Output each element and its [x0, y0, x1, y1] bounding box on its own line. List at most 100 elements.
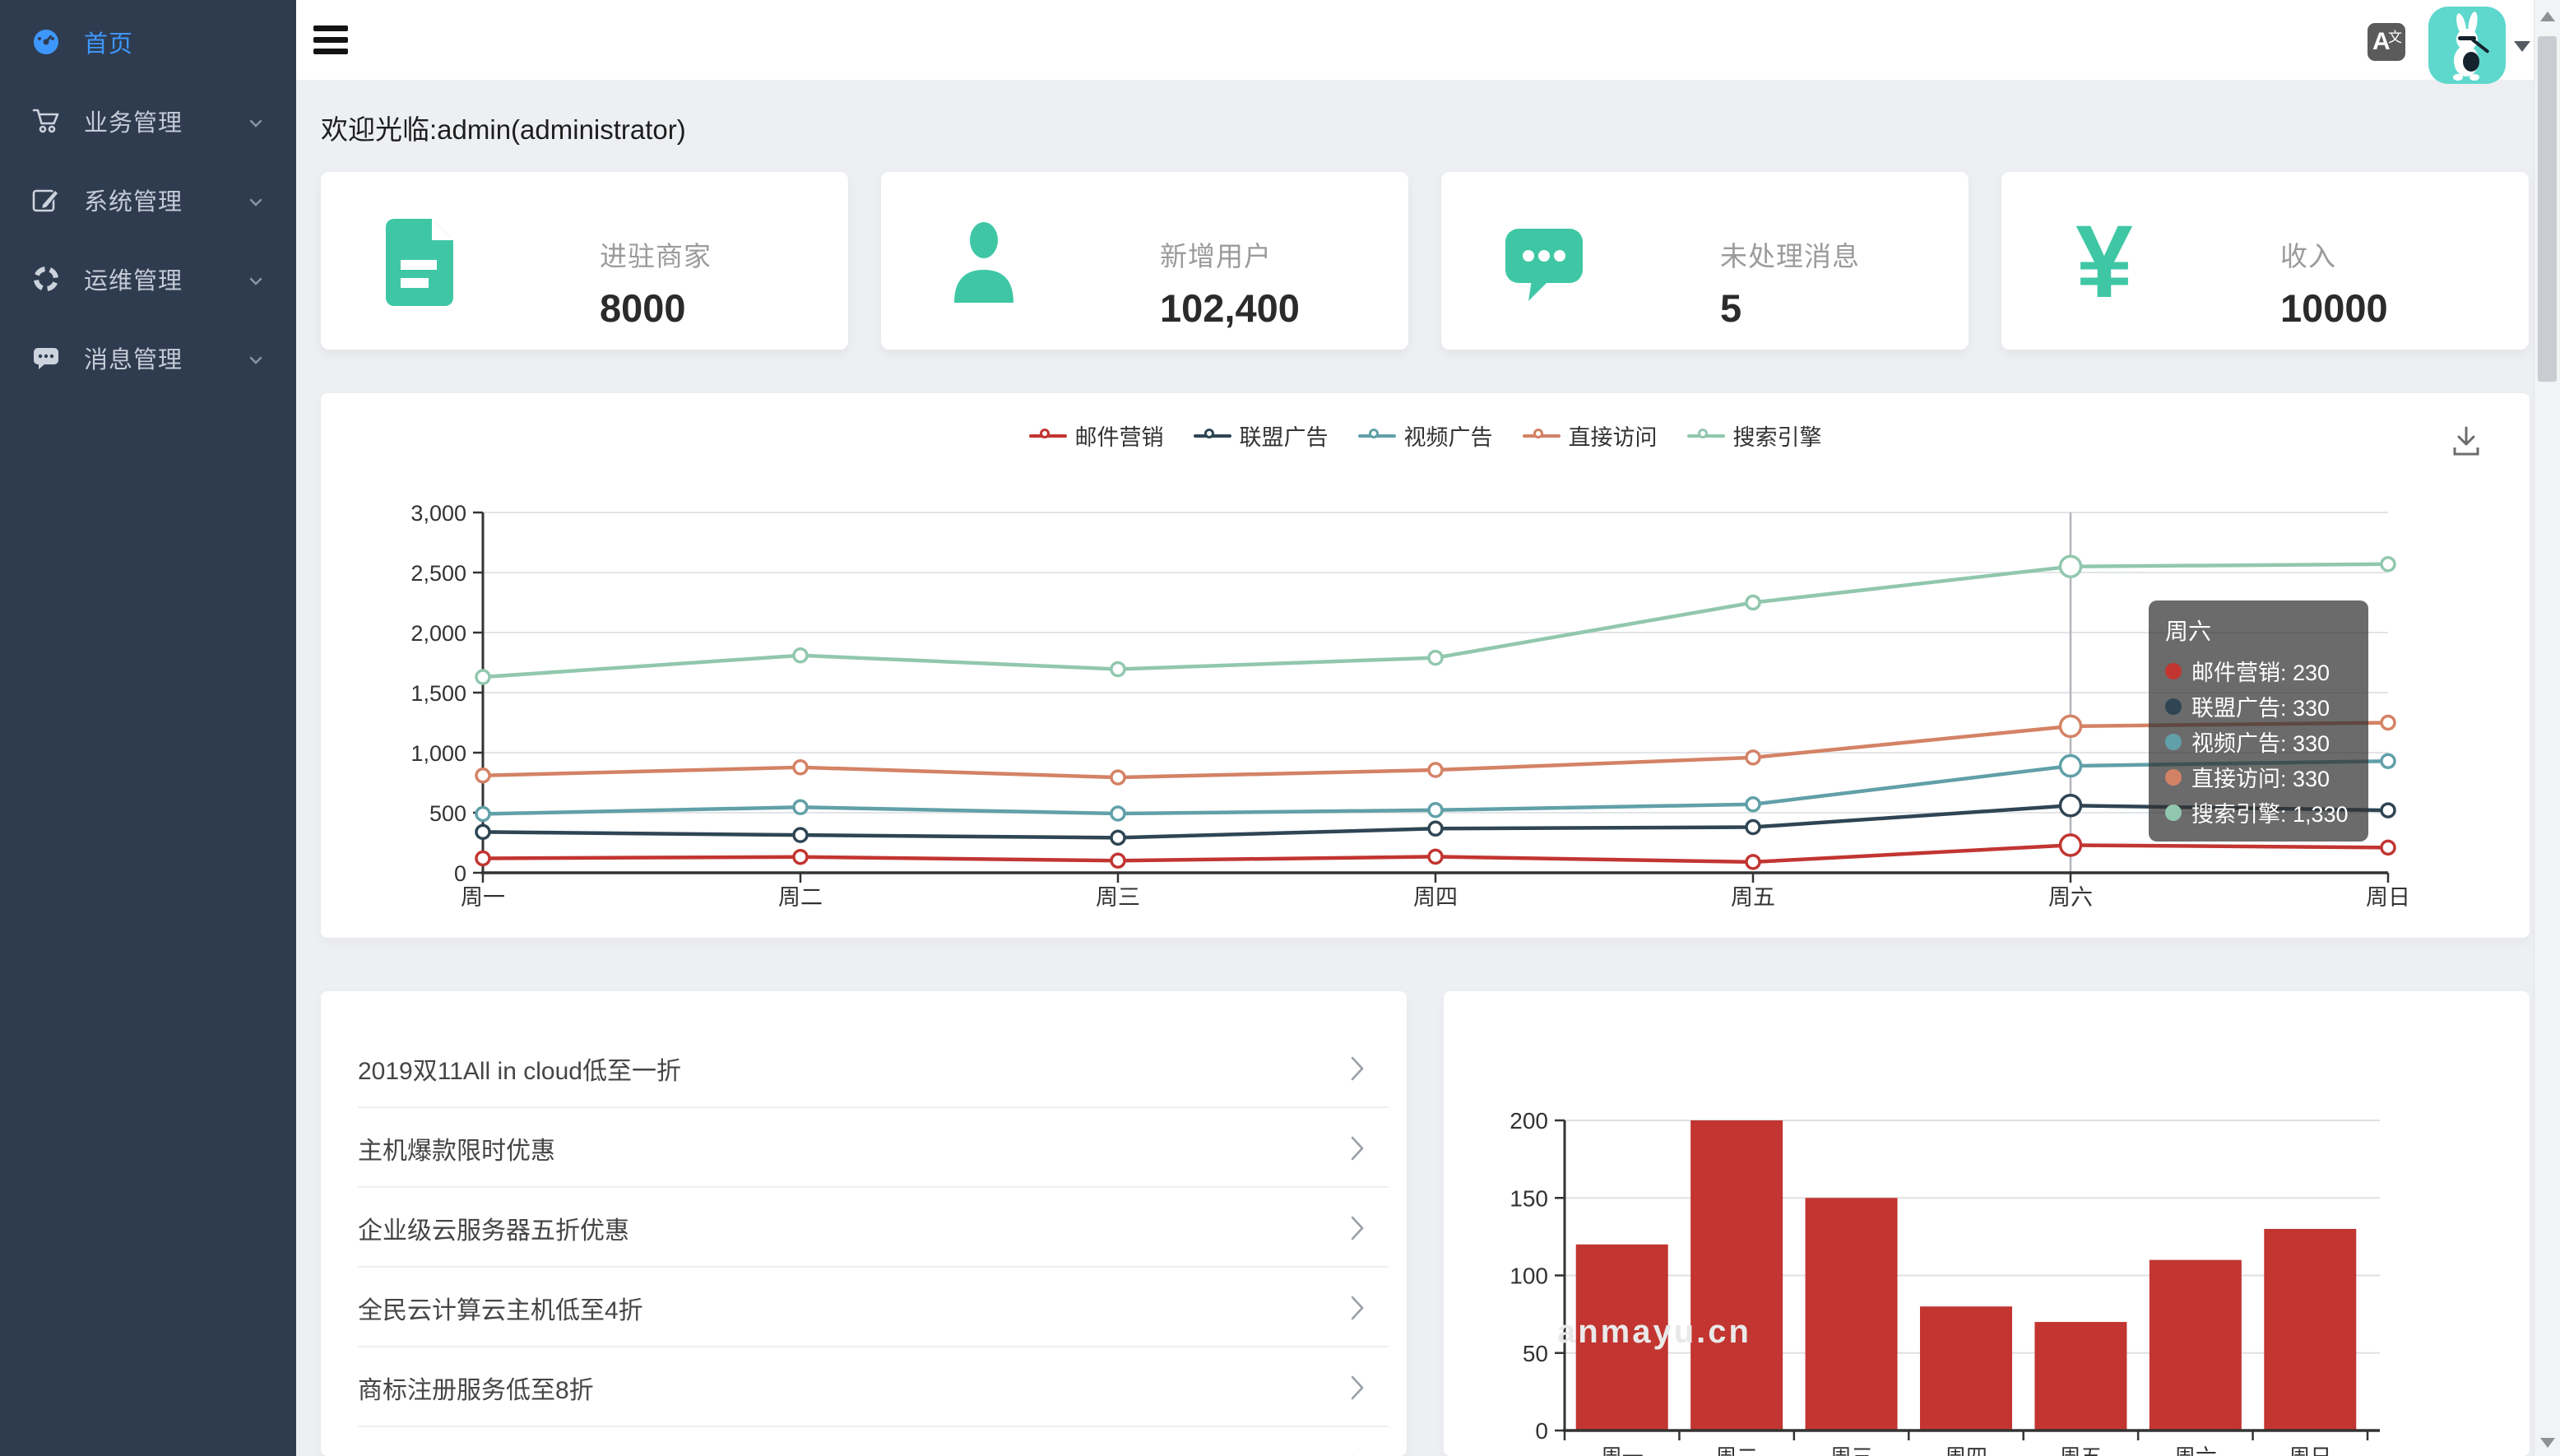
data-point-邮件营销[interactable]: [2381, 841, 2395, 854]
data-point-视频广告[interactable]: [1746, 798, 1760, 811]
sidebar: 首页 业务管理 系统管理 运维管理: [0, 0, 296, 1456]
y-axis-label: 150: [1510, 1185, 1548, 1211]
x-axis-label: 周一: [1601, 1444, 1644, 1456]
dashboard-icon: [31, 27, 61, 57]
data-point-联盟广告[interactable]: [476, 825, 489, 838]
bar-周四[interactable]: [1920, 1306, 2012, 1430]
data-point-视频广告[interactable]: [476, 807, 489, 820]
legend-line-icon: [1194, 428, 1231, 444]
list-item[interactable]: 主机爆款限时优惠: [321, 1108, 1407, 1188]
bar-周五[interactable]: [2034, 1322, 2126, 1430]
cart-icon: [31, 106, 61, 136]
chart-legend: 邮件营销 联盟广告 视频广告 直接访问 搜索引擎: [321, 420, 2530, 452]
stat-card-income: ¥ 收入 10000: [2001, 172, 2529, 350]
bar-周三[interactable]: [1806, 1198, 1898, 1430]
list-item[interactable]: 全民云计算云主机低至4折: [321, 1268, 1407, 1347]
edit-icon: [31, 185, 61, 215]
sidebar-item-home[interactable]: 首页: [0, 2, 296, 81]
list-item[interactable]: 企业级云服务器五折优惠: [321, 1188, 1407, 1268]
stat-label: 进驻商家: [600, 234, 712, 274]
sidebar-item-label: 消息管理: [84, 341, 183, 375]
sidebar-item-system[interactable]: 系统管理: [0, 160, 296, 239]
x-axis-label: 周五: [2059, 1444, 2102, 1456]
sidebar-item-ops[interactable]: 运维管理: [0, 239, 296, 318]
data-point-视频广告[interactable]: [1429, 804, 1442, 817]
data-point-搜索引擎[interactable]: [794, 649, 807, 662]
stat-card-new-users: 新增用户 102,400: [881, 172, 1408, 350]
legend-item[interactable]: 直接访问: [1523, 420, 1658, 452]
data-point-联盟广告[interactable]: [2381, 804, 2395, 817]
bar-周六[interactable]: [2150, 1260, 2242, 1430]
legend-item[interactable]: 邮件营销: [1029, 420, 1164, 452]
data-point-搜索引擎[interactable]: [476, 670, 489, 684]
bar-周二[interactable]: [1690, 1120, 1783, 1430]
bar-周日[interactable]: [2264, 1229, 2356, 1430]
data-point-视频广告[interactable]: [1111, 807, 1125, 820]
data-point-邮件营销[interactable]: [1429, 850, 1442, 863]
data-point-联盟广告[interactable]: [1746, 821, 1760, 834]
data-point-直接访问[interactable]: [794, 761, 807, 774]
data-point-搜索引擎[interactable]: [2381, 558, 2395, 571]
y-axis-label: 50: [1523, 1341, 1548, 1366]
avatar[interactable]: [2428, 7, 2506, 84]
data-point-直接访问[interactable]: [2061, 716, 2081, 736]
data-point-直接访问[interactable]: [1429, 763, 1442, 777]
y-axis-label: 2,500: [410, 561, 466, 586]
bar-chart[interactable]: 050100150200周一周二周三周四周五周六周日: [1444, 991, 2530, 1456]
y-axis-label: 0: [1535, 1418, 1548, 1444]
data-point-邮件营销[interactable]: [794, 851, 807, 864]
data-point-搜索引擎[interactable]: [1429, 651, 1442, 665]
scrollbar-thumb[interactable]: [2538, 36, 2557, 382]
line-chart[interactable]: 05001,0001,5002,0002,5003,000周一周二周三周四周五周…: [321, 393, 2530, 938]
data-point-直接访问[interactable]: [476, 769, 489, 782]
sidebar-item-label: 业务管理: [84, 104, 183, 138]
translate-icon[interactable]: A文: [2368, 23, 2405, 61]
legend-item[interactable]: 搜索引擎: [1687, 420, 1822, 452]
y-axis-label: 200: [1510, 1108, 1548, 1134]
x-axis-label: 周三: [1830, 1444, 1873, 1456]
data-point-联盟广告[interactable]: [2061, 795, 2081, 816]
list-item[interactable]: 商标注册服务低至8折: [321, 1347, 1407, 1427]
data-point-视频广告[interactable]: [794, 800, 807, 814]
sidebar-item-label: 运维管理: [84, 262, 183, 296]
data-point-直接访问[interactable]: [2381, 716, 2395, 730]
data-point-邮件营销[interactable]: [1746, 856, 1760, 869]
data-point-搜索引擎[interactable]: [1746, 596, 1760, 610]
caret-down-icon[interactable]: [2514, 41, 2530, 52]
x-axis-label: 周五: [1731, 885, 1775, 910]
scrollbar[interactable]: [2534, 0, 2560, 1456]
scroll-up-arrow-icon[interactable]: [2540, 12, 2555, 21]
data-point-搜索引擎[interactable]: [2061, 556, 2081, 577]
bar-周一[interactable]: [1576, 1245, 1668, 1430]
data-point-直接访问[interactable]: [1746, 751, 1760, 764]
data-point-联盟广告[interactable]: [794, 828, 807, 842]
legend-item[interactable]: 联盟广告: [1194, 420, 1329, 452]
data-point-邮件营销[interactable]: [2061, 835, 2081, 856]
list-item[interactable]: 2019双11All in cloud低至一折: [321, 1028, 1407, 1108]
data-point-邮件营销[interactable]: [1111, 854, 1125, 867]
stat-label: 收入: [2280, 234, 2336, 274]
chevron-right-icon: [1349, 1055, 1366, 1087]
data-point-搜索引擎[interactable]: [1111, 663, 1125, 676]
data-point-视频广告[interactable]: [2061, 756, 2081, 777]
y-axis-label: 2,000: [410, 621, 466, 646]
data-point-直接访问[interactable]: [1111, 771, 1125, 784]
stat-value: 8000: [600, 285, 686, 331]
chevron-down-icon: [248, 116, 263, 131]
chevron-right-icon: [1349, 1374, 1366, 1406]
scroll-down-arrow-icon[interactable]: [2540, 1438, 2555, 1448]
promo-list-card: 2019双11All in cloud低至一折 主机爆款限时优惠 企业级云服务器…: [321, 991, 1407, 1456]
sidebar-item-business[interactable]: 业务管理: [0, 81, 296, 160]
data-point-联盟广告[interactable]: [1111, 831, 1125, 844]
yen-icon: ¥: [2059, 217, 2150, 308]
legend-line-icon: [1523, 428, 1561, 444]
data-point-视频广告[interactable]: [2381, 754, 2395, 767]
sidebar-item-messages[interactable]: 消息管理: [0, 318, 296, 397]
data-point-联盟广告[interactable]: [1429, 822, 1442, 835]
data-point-邮件营销[interactable]: [476, 851, 489, 865]
list-item[interactable]: 云短信产品低至8折: [321, 1427, 1407, 1456]
hamburger-menu-icon[interactable]: [313, 26, 348, 55]
x-axis-label: 周日: [2366, 885, 2410, 910]
legend-item[interactable]: 视频广告: [1358, 420, 1493, 452]
y-axis-label: 500: [429, 801, 466, 826]
